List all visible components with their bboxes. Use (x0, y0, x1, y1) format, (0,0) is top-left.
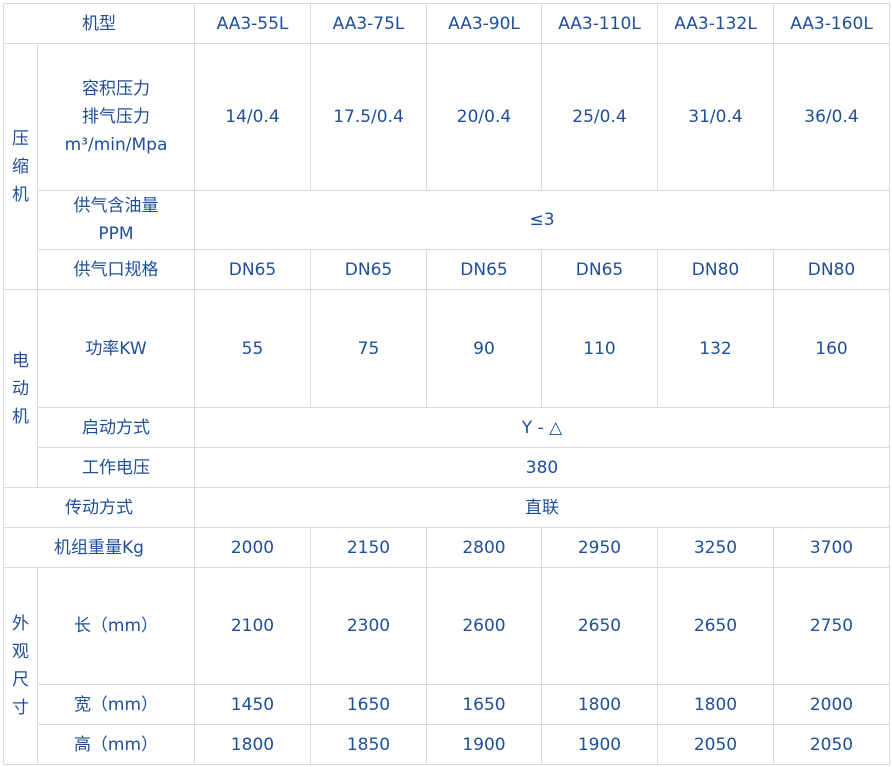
height-value: 1900 (541, 724, 658, 765)
weight-value: 2800 (426, 527, 542, 568)
length-value: 2650 (541, 567, 658, 685)
row-weight: 机组重量Kg 2000 2150 2800 2950 3250 3700 (3, 527, 890, 568)
flow-value: 25/0.4 (541, 43, 658, 191)
start-label: 启动方式 (37, 407, 195, 448)
length-value: 2300 (310, 567, 427, 685)
length-value: 2600 (426, 567, 542, 685)
width-value: 1650 (426, 684, 542, 725)
height-value: 2050 (657, 724, 774, 765)
outlet-value: DN80 (773, 249, 890, 290)
flow-value: 17.5/0.4 (310, 43, 427, 191)
row-width: 宽（mm） 1450 1650 1650 1800 1800 2000 (4, 684, 890, 725)
power-value: 110 (541, 289, 658, 408)
flow-label-line: 排气压力 (82, 107, 150, 127)
row-model: 机型 AA3-55L AA3-75L AA3-90L AA3-110L AA3-… (3, 3, 890, 44)
length-value: 2100 (194, 567, 311, 685)
outlet-value: DN65 (541, 249, 658, 290)
outlet-value: DN80 (657, 249, 774, 290)
voltage-value: 380 (194, 447, 890, 488)
group-char: 外 (12, 614, 29, 634)
width-value: 2000 (773, 684, 890, 725)
group-char: 尺 (12, 670, 29, 690)
flow-value: 31/0.4 (657, 43, 774, 191)
weight-value: 2150 (310, 527, 427, 568)
row-oil: 供气含油量 PPM ≤3 (4, 190, 890, 250)
group-motor: 电 动 机 (3, 289, 38, 488)
length-label: 长（mm） (37, 567, 195, 685)
flow-label: 容积压力 排气压力 m³/min/Mpa (37, 43, 195, 191)
row-voltage: 工作电压 380 (4, 447, 890, 488)
model-name: AA3-132L (657, 3, 774, 44)
height-value: 1850 (310, 724, 427, 765)
power-value: 75 (310, 289, 427, 408)
outlet-value: DN65 (426, 249, 542, 290)
group-char: 缩 (12, 156, 29, 177)
weight-value: 3700 (773, 527, 890, 568)
flow-value: 36/0.4 (773, 43, 890, 191)
flow-label-line: m³/min/Mpa (64, 135, 168, 155)
model-name: AA3-75L (310, 3, 427, 44)
power-value: 55 (194, 289, 311, 408)
row-power: 电 动 机 功率KW 55 75 90 110 132 160 (3, 289, 890, 488)
row-drive: 传动方式 直联 (3, 487, 890, 528)
model-name: AA3-55L (194, 3, 311, 44)
outlet-value: DN65 (310, 249, 427, 290)
start-value: Y - △ (194, 407, 890, 448)
group-char: 电 (12, 350, 29, 371)
group-compressor: 压 缩 机 (3, 43, 38, 290)
model-name: AA3-110L (541, 3, 658, 44)
height-value: 2050 (773, 724, 890, 765)
oil-label-line: PPM (98, 224, 134, 244)
power-value: 132 (657, 289, 774, 408)
length-value: 2750 (773, 567, 890, 685)
weight-value: 2950 (541, 527, 658, 568)
row-outlet: 供气口规格 DN65 DN65 DN65 DN65 DN80 DN80 (4, 249, 890, 290)
power-value: 90 (426, 289, 542, 408)
spec-table: 机型 AA3-55L AA3-75L AA3-90L AA3-110L AA3-… (3, 3, 890, 765)
power-value: 160 (773, 289, 890, 408)
length-value: 2650 (657, 567, 774, 685)
group-char: 压 (12, 128, 29, 149)
row-start: 启动方式 Y - △ (4, 407, 890, 448)
weight-value: 3250 (657, 527, 774, 568)
width-value: 1800 (657, 684, 774, 725)
height-value: 1900 (426, 724, 542, 765)
width-value: 1450 (194, 684, 311, 725)
power-label: 功率KW (37, 289, 195, 408)
group-char: 动 (12, 378, 29, 399)
group-char: 观 (12, 642, 29, 662)
group-char: 寸 (12, 698, 29, 718)
flow-label-line: 容积压力 (82, 79, 150, 99)
width-value: 1650 (310, 684, 427, 725)
flow-value: 20/0.4 (426, 43, 542, 191)
model-name: AA3-160L (773, 3, 890, 44)
oil-value: ≤3 (194, 190, 890, 250)
group-dimensions: 外 观 尺 寸 (3, 567, 38, 765)
group-char: 机 (12, 184, 29, 205)
row-flow: 压 缩 机 容积压力 排气压力 m³/min/Mpa 14/0.4 17.5/0… (3, 43, 890, 290)
weight-label: 机组重量Kg (3, 527, 195, 568)
group-char: 机 (12, 406, 29, 427)
oil-label: 供气含油量 PPM (37, 190, 195, 250)
width-value: 1800 (541, 684, 658, 725)
oil-label-line: 供气含油量 (73, 196, 159, 216)
flow-value: 14/0.4 (194, 43, 311, 191)
row-height: 高（mm） 1800 1850 1900 1900 2050 2050 (4, 724, 890, 765)
model-label: 机型 (3, 3, 195, 44)
voltage-label: 工作电压 (37, 447, 195, 488)
height-value: 1800 (194, 724, 311, 765)
row-length: 外 观 尺 寸 长（mm） 2100 2300 2600 2650 2650 2… (3, 567, 890, 765)
width-label: 宽（mm） (37, 684, 195, 725)
drive-value: 直联 (194, 487, 890, 528)
outlet-label: 供气口规格 (37, 249, 195, 290)
weight-value: 2000 (194, 527, 311, 568)
drive-label: 传动方式 (3, 487, 195, 528)
outlet-value: DN65 (194, 249, 311, 290)
model-name: AA3-90L (426, 3, 542, 44)
height-label: 高（mm） (37, 724, 195, 765)
